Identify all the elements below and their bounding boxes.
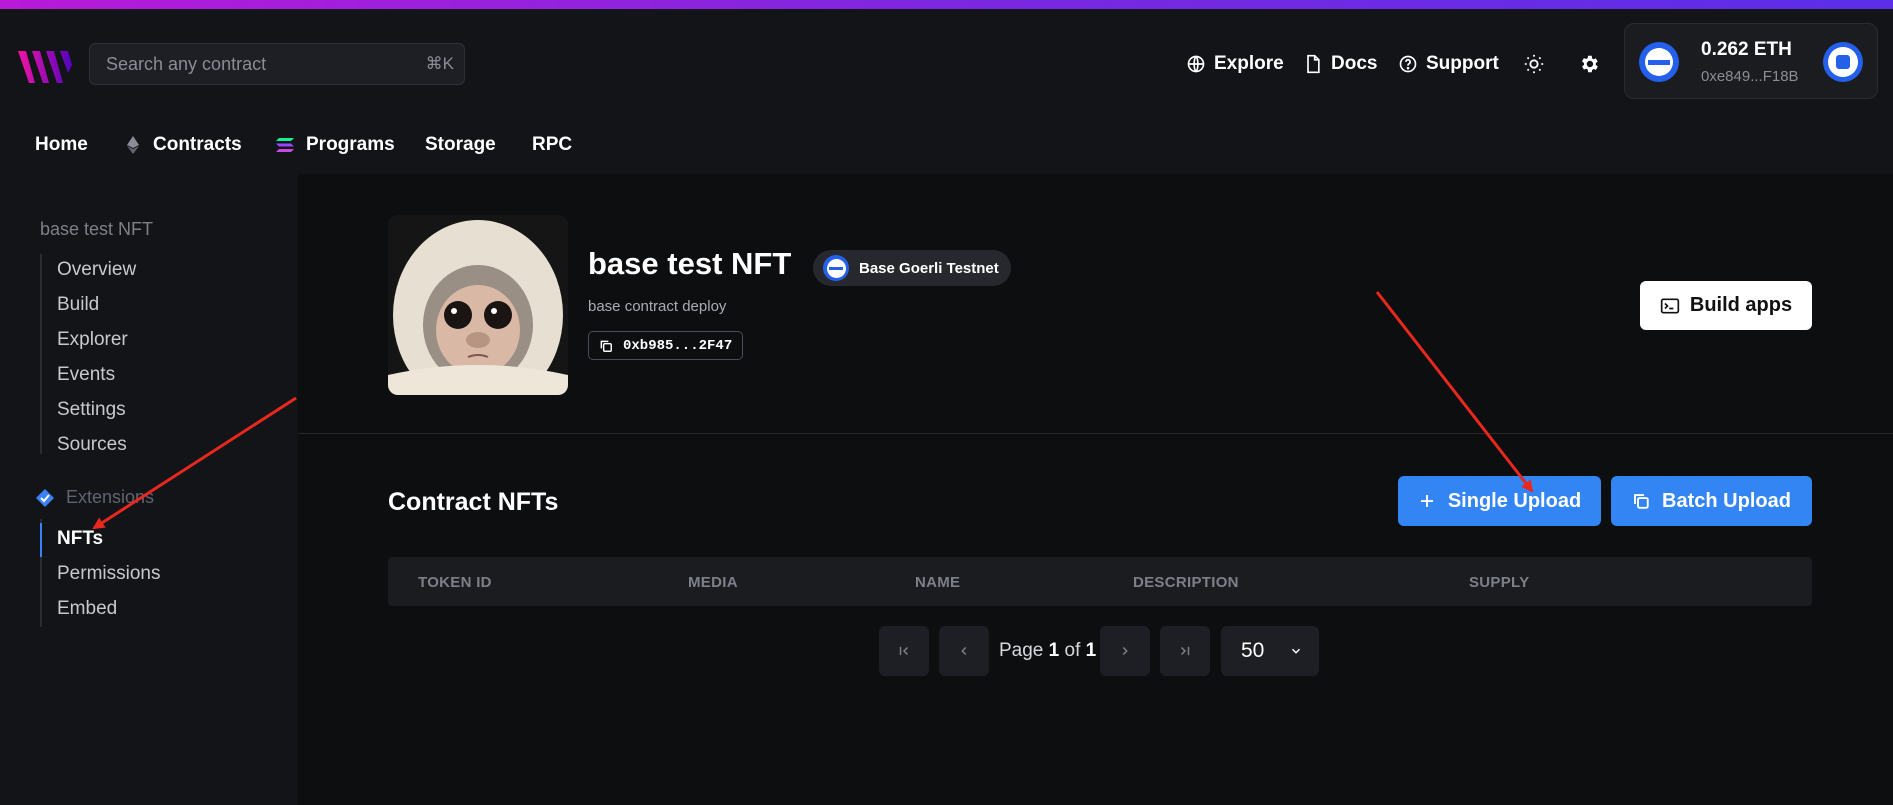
support-link[interactable]: Support	[1398, 53, 1499, 75]
contract-description: base contract deploy	[588, 298, 727, 315]
search-shortcut: ⌘K	[425, 54, 454, 73]
ethereum-icon	[127, 136, 139, 154]
solana-icon	[276, 138, 294, 152]
page-size-value: 50	[1241, 639, 1265, 662]
main-content: base test NFT Base Goerli Testnet base c…	[298, 174, 1893, 805]
page-size-select[interactable]: 50	[1221, 626, 1319, 676]
top-gradient-bar	[0, 0, 1893, 9]
nav-programs-label: Programs	[306, 134, 395, 155]
sidebar-active-indicator	[40, 523, 42, 557]
copy-icon	[600, 340, 612, 352]
wallet-button[interactable]: 0.262 ETH 0xe849...F18B	[1624, 23, 1878, 99]
column-description[interactable]: DESCRIPTION	[1133, 574, 1239, 591]
thirdweb-logo[interactable]	[18, 47, 72, 87]
chevron-right-icon	[1122, 646, 1128, 656]
contract-address: 0xb985...2F47	[623, 337, 733, 354]
sidebar-item-events[interactable]: Events	[57, 364, 115, 386]
wallet-address: 0xe849...F18B	[1701, 68, 1799, 85]
globe-icon	[1187, 55, 1205, 73]
nav-home-label: Home	[35, 134, 88, 155]
total-pages: 1	[1085, 640, 1097, 661]
network-badge: Base Goerli Testnet	[813, 250, 1011, 286]
contract-nfts-title: Contract NFTs	[388, 488, 559, 516]
sidebar-item-explorer[interactable]: Explorer	[57, 329, 128, 351]
nav-home[interactable]: Home	[35, 134, 88, 156]
nav-rpc[interactable]: RPC	[532, 134, 572, 156]
base-chain-icon	[1639, 42, 1679, 82]
nav-storage[interactable]: Storage	[425, 134, 496, 156]
column-supply[interactable]: SUPPLY	[1469, 574, 1529, 591]
sidebar-item-embed[interactable]: Embed	[57, 598, 117, 620]
sidebar-item-permissions[interactable]: Permissions	[57, 563, 160, 585]
nav-contracts-label: Contracts	[153, 134, 242, 155]
nav-programs[interactable]: Programs	[276, 134, 395, 156]
build-apps-label: Build apps	[1689, 294, 1793, 316]
copy-address-button[interactable]: 0xb985...2F47	[588, 331, 744, 360]
copy-stack-icon	[1634, 494, 1649, 509]
nav-rpc-label: RPC	[532, 134, 573, 155]
column-token-id[interactable]: TOKEN ID	[418, 574, 492, 591]
explore-link[interactable]: Explore	[1186, 53, 1284, 75]
network-label: Base Goerli Testnet	[859, 259, 999, 277]
sidebar-contract-name: base test NFT	[40, 219, 154, 239]
terminal-icon	[1660, 298, 1680, 313]
previous-page-button[interactable]	[939, 626, 989, 676]
extensions-header: Extensions	[36, 487, 154, 508]
wallet-balance: 0.262 ETH	[1701, 39, 1792, 60]
search-box[interactable]: ⌘K	[89, 43, 465, 85]
column-media[interactable]: MEDIA	[688, 574, 738, 591]
contract-image	[388, 215, 568, 395]
monkey-illustration	[388, 215, 568, 395]
sidebar-item-nfts[interactable]: NFTs	[57, 528, 103, 550]
explore-label: Explore	[1214, 53, 1284, 74]
sidebar: base test NFT Overview Build Explorer Ev…	[0, 174, 298, 805]
sidebar-item-sources[interactable]: Sources	[57, 434, 127, 456]
gear-icon	[1582, 55, 1598, 73]
last-page-button[interactable]	[1160, 626, 1210, 676]
help-circle-icon	[1399, 55, 1417, 73]
sidebar-divider-line	[40, 254, 42, 454]
docs-link[interactable]: Docs	[1303, 53, 1377, 75]
nft-table-header: TOKEN ID MEDIA NAME DESCRIPTION SUPPLY	[388, 557, 1812, 606]
sidebar-item-build[interactable]: Build	[57, 294, 99, 316]
plus-icon	[1420, 495, 1433, 507]
single-upload-label: Single Upload	[1447, 489, 1582, 512]
theme-toggle-button[interactable]	[1521, 51, 1547, 77]
chevron-left-icon	[961, 646, 967, 656]
batch-upload-button[interactable]: Batch Upload	[1611, 476, 1812, 526]
section-divider	[298, 433, 1893, 434]
chevron-down-icon	[1291, 648, 1301, 654]
docs-label: Docs	[1331, 53, 1378, 74]
contract-title: base test NFT	[588, 246, 792, 281]
account-avatar-icon	[1823, 42, 1863, 82]
sidebar-item-settings[interactable]: Settings	[57, 399, 126, 421]
page-indicator: Page 1 of 1	[999, 640, 1096, 662]
extensions-label: Extensions	[66, 487, 155, 507]
search-input[interactable]	[106, 44, 406, 84]
extension-badge-icon	[36, 488, 54, 507]
last-page-icon	[1180, 646, 1190, 656]
sidebar-item-overview[interactable]: Overview	[57, 259, 136, 281]
nav-storage-label: Storage	[425, 134, 496, 155]
current-page: 1	[1048, 640, 1060, 661]
header: ⌘K Explore Docs Support 0.262 ETH 0xe849…	[0, 9, 1893, 174]
batch-upload-label: Batch Upload	[1662, 489, 1791, 512]
single-upload-button[interactable]: Single Upload	[1398, 476, 1601, 526]
build-apps-button[interactable]: Build apps	[1640, 281, 1812, 330]
column-name[interactable]: NAME	[915, 574, 960, 591]
base-chain-icon	[823, 255, 849, 281]
document-icon	[1307, 54, 1320, 74]
support-label: Support	[1426, 53, 1499, 74]
settings-button[interactable]	[1576, 51, 1602, 77]
page-of: of	[1064, 640, 1081, 661]
nav-contracts[interactable]: Contracts	[127, 134, 242, 156]
sun-icon	[1524, 54, 1544, 74]
first-page-button[interactable]	[879, 626, 929, 676]
page-prefix: Page	[999, 640, 1044, 661]
first-page-icon	[899, 646, 909, 656]
next-page-button[interactable]	[1100, 626, 1150, 676]
